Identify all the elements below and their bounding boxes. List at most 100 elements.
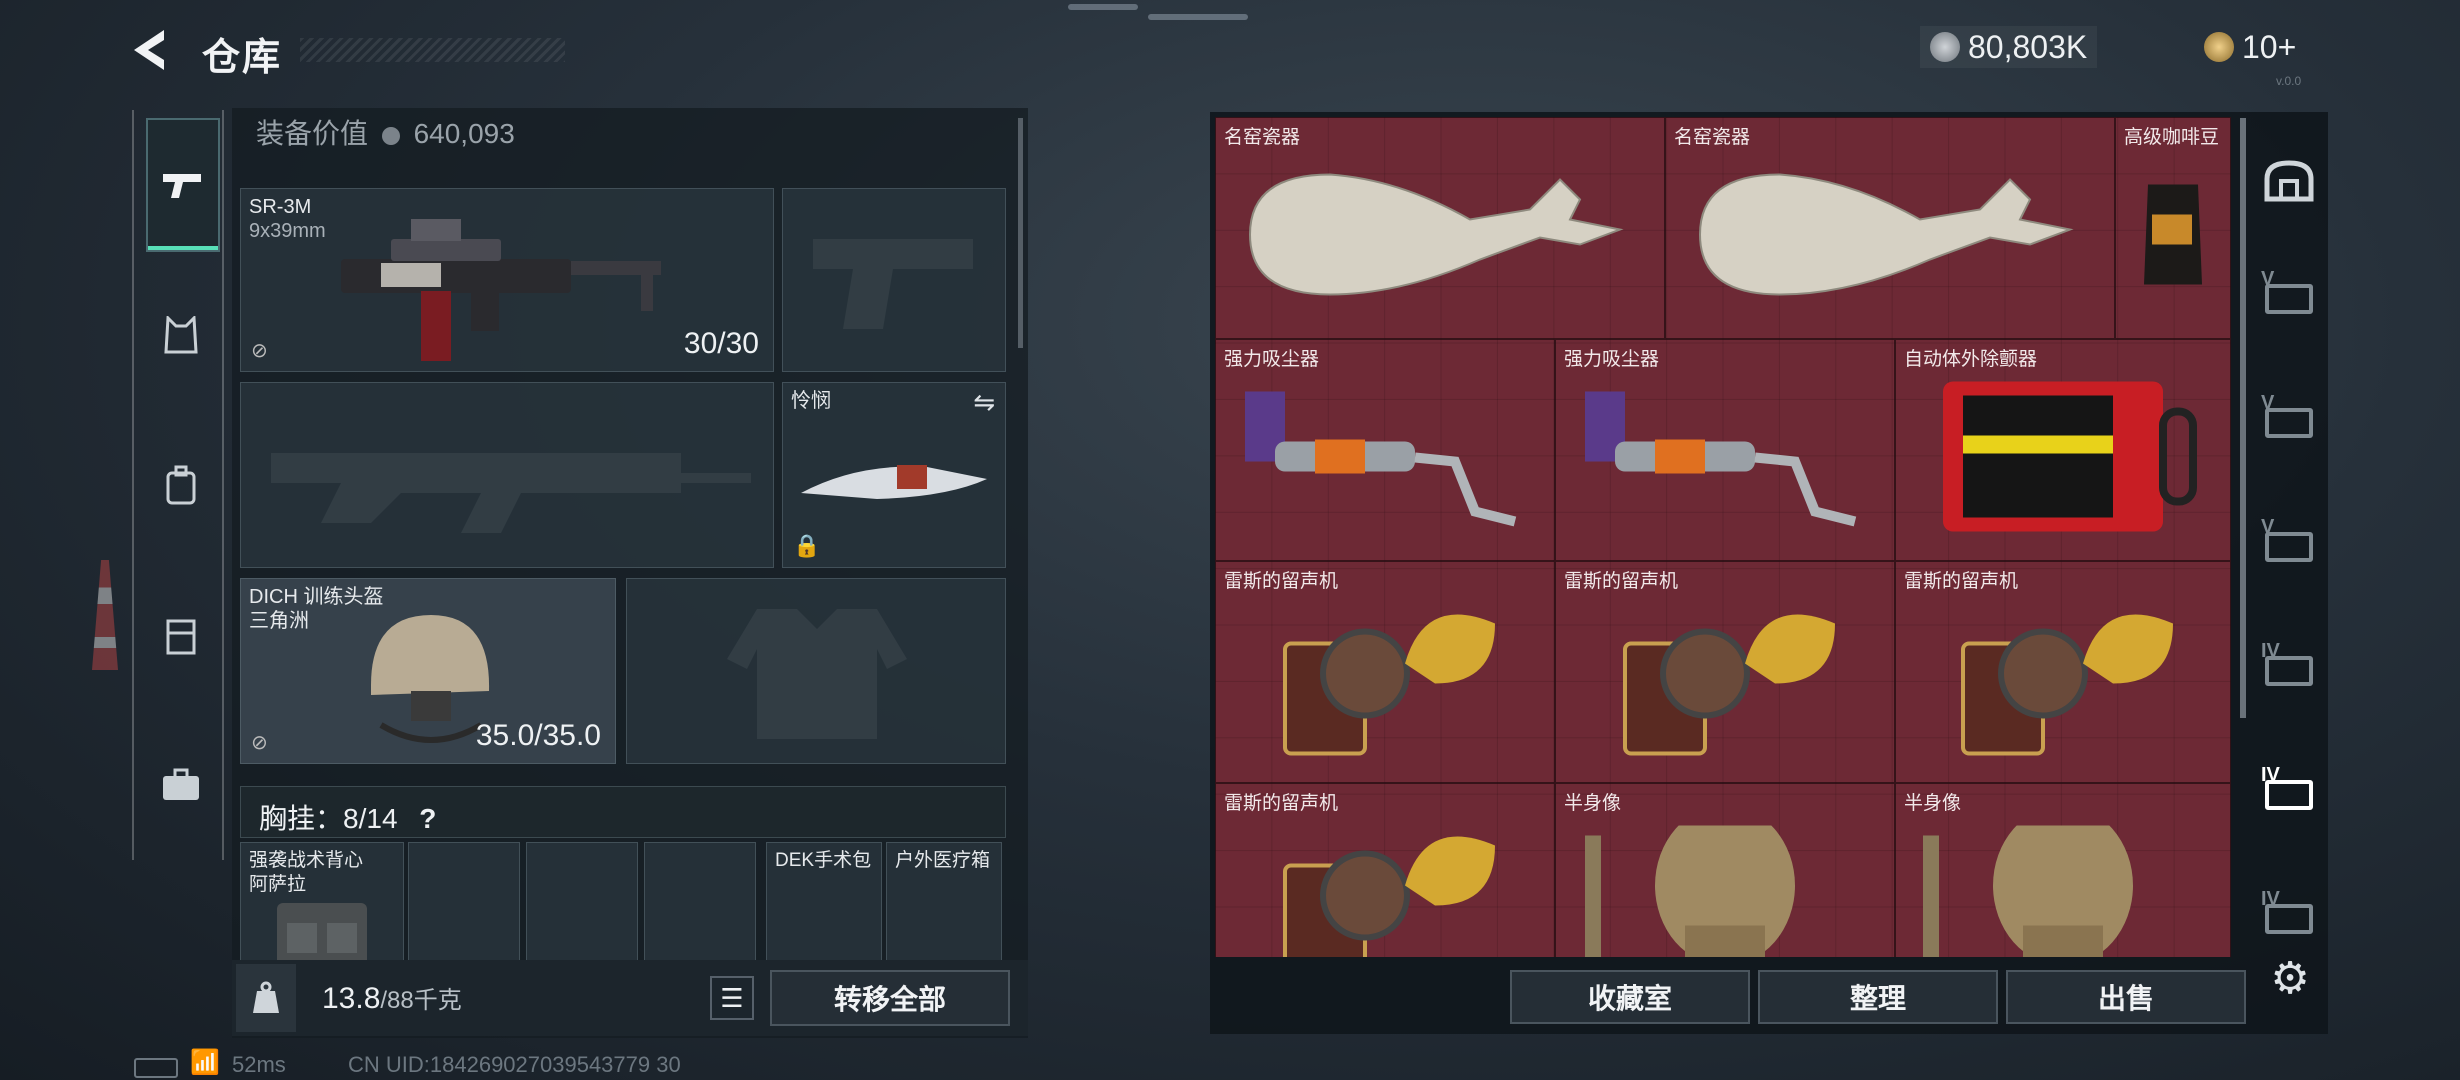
lock-icon: 🔒 (793, 533, 821, 558)
vacuum-image (1575, 381, 1875, 536)
rifle-slot-empty[interactable] (240, 382, 774, 568)
item-name: 雷斯的留声机 (1904, 571, 2019, 592)
page-title: 仓库 (202, 37, 283, 79)
storage-item[interactable]: 高级咖啡豆 (2115, 117, 2231, 339)
chest-rig-label: 胸挂： (259, 803, 344, 834)
chest-rig-capacity: 8/14 (343, 803, 398, 834)
vase-image (1690, 159, 2090, 314)
item-name: 名窑瓷器 (1674, 127, 1751, 148)
phono-image (1595, 593, 1855, 768)
vest-icon (164, 316, 198, 354)
equipment-scrollbar[interactable] (1018, 118, 1023, 348)
secondary-weapon-slot[interactable] (782, 188, 1006, 372)
rig-cell-empty[interactable] (408, 842, 520, 972)
item-name: 自动体外除颤器 (1904, 349, 2038, 370)
storage-tab-6[interactable]: IV (2254, 868, 2324, 958)
melee-slot[interactable]: 怜悯 ⇋ 🔒 (782, 382, 1006, 568)
pouch-slot-2[interactable]: 户外医疗箱 (886, 842, 1002, 972)
storage-item[interactable]: 名窑瓷器 (1215, 117, 1665, 339)
storage-tab-5[interactable]: IV (2254, 744, 2324, 834)
item-name: 雷斯的留声机 (1564, 571, 1679, 592)
no-insure-icon: ⊘ (251, 732, 268, 754)
settings-gear-icon[interactable]: ⚙ (2262, 950, 2318, 1006)
safe-box-icon: V (2261, 392, 2317, 442)
knife-image (801, 465, 987, 499)
back-button[interactable] (130, 28, 176, 72)
tab-all-storage[interactable] (2254, 136, 2324, 226)
transfer-all-button[interactable]: 转移全部 (770, 970, 1010, 1026)
helmet-brand: 三角洲 (249, 610, 309, 632)
storage-item[interactable]: 强力吸尘器 (1555, 339, 1895, 561)
weight-max: /88千克 (380, 987, 462, 1014)
item-name: 强力吸尘器 (1224, 349, 1320, 370)
rifle-placeholder-icon (271, 453, 751, 533)
backpack-slot[interactable]: 强袭战术背心 阿萨拉 (240, 842, 404, 973)
tab-armor[interactable] (146, 270, 216, 400)
tab-case[interactable] (146, 720, 216, 850)
coin-amount: 80,803K (1968, 28, 2088, 65)
chest-rig-bar[interactable]: 胸挂：8/14 ? (240, 786, 1006, 838)
weight-current: 13.8 (322, 982, 381, 1015)
title-decoration (300, 38, 565, 62)
coin-icon (1930, 32, 1960, 62)
coffee-image (2138, 174, 2208, 299)
storage-item[interactable]: 自动体外除颤器 (1895, 339, 2231, 561)
rig-cell-empty[interactable] (526, 842, 638, 972)
list-view-button[interactable]: ☰ (710, 976, 754, 1020)
sort-button[interactable]: 整理 (1758, 970, 1998, 1024)
pouch-slot-1[interactable]: DEK手术包 (766, 842, 882, 972)
currency-coins: 80,803K (1920, 26, 2098, 68)
helmet-slot[interactable]: DICH 训练头盔 三角洲 ⊘ 35.0/35.0 (240, 578, 616, 764)
item-name: 半身像 (1904, 793, 1962, 814)
vacuum-image (1235, 381, 1535, 536)
vault-icon (2264, 160, 2314, 202)
armor-placeholder-icon (727, 609, 907, 739)
storage-item[interactable]: 雷斯的留声机 (1215, 783, 1555, 957)
melee-name: 怜悯 (791, 390, 831, 412)
rifle-image (341, 219, 661, 361)
coin-icon (381, 126, 400, 145)
storage-item[interactable]: 强力吸尘器 (1215, 339, 1555, 561)
safe-box-icon: V (2261, 268, 2317, 318)
aed-image (1923, 371, 2203, 546)
storage-item[interactable]: 雷斯的留声机 (1215, 561, 1555, 783)
storage-item[interactable]: 雷斯的留声机 (1895, 561, 2231, 783)
pistol-icon (163, 174, 201, 198)
ticket-icon (2204, 32, 2234, 62)
storage-tab-2[interactable]: V (2254, 372, 2324, 462)
item-name: 雷斯的留声机 (1224, 571, 1339, 592)
pistol-placeholder-icon (813, 239, 973, 329)
storage-item[interactable]: 名窑瓷器 (1665, 117, 2115, 339)
phono-image (1255, 593, 1515, 768)
equipment-value-label: 装备价值 (256, 118, 369, 149)
weapon-ammo: 9x39mm (249, 220, 326, 242)
collection-room-button[interactable]: 收藏室 (1510, 970, 1750, 1024)
sell-button[interactable]: 出售 (2006, 970, 2246, 1024)
armor-slot-empty[interactable] (626, 578, 1006, 764)
briefcase-icon (163, 768, 199, 800)
tab-backpack[interactable] (146, 420, 216, 550)
phono-image (1255, 815, 1515, 957)
tab-rig[interactable] (146, 570, 216, 700)
storage-scrollbar[interactable] (2240, 118, 2246, 718)
storage-item[interactable]: 雷斯的留声机 (1555, 561, 1895, 783)
primary-weapon-slot[interactable]: SR-3M 9x39mm ⊘ 30/30 (240, 188, 774, 372)
item-name: 半身像 (1564, 793, 1622, 814)
storage-tab-3[interactable]: V (2254, 496, 2324, 586)
backpack-brand: 阿萨拉 (249, 874, 307, 895)
bust-image (1913, 805, 2213, 957)
storage-tab-1[interactable]: V (2254, 248, 2324, 338)
currency-tickets: 10+ (2204, 26, 2296, 68)
ticket-amount: 10+ (2242, 28, 2297, 65)
storage-tab-4[interactable]: IV (2254, 620, 2324, 710)
tab-weapons[interactable] (146, 118, 220, 252)
help-icon[interactable]: ? (419, 803, 436, 834)
storage-item[interactable]: 半身像 (1895, 783, 2231, 957)
weapon-durability: 30/30 (683, 327, 759, 360)
rig-cell-empty[interactable] (644, 842, 756, 972)
safe-box-icon: IV (2261, 888, 2317, 938)
item-name: 强力吸尘器 (1564, 349, 1660, 370)
swap-icon[interactable]: ⇋ (973, 387, 995, 418)
storage-item[interactable]: 半身像 (1555, 783, 1895, 957)
safe-box-icon: IV (2261, 640, 2317, 690)
